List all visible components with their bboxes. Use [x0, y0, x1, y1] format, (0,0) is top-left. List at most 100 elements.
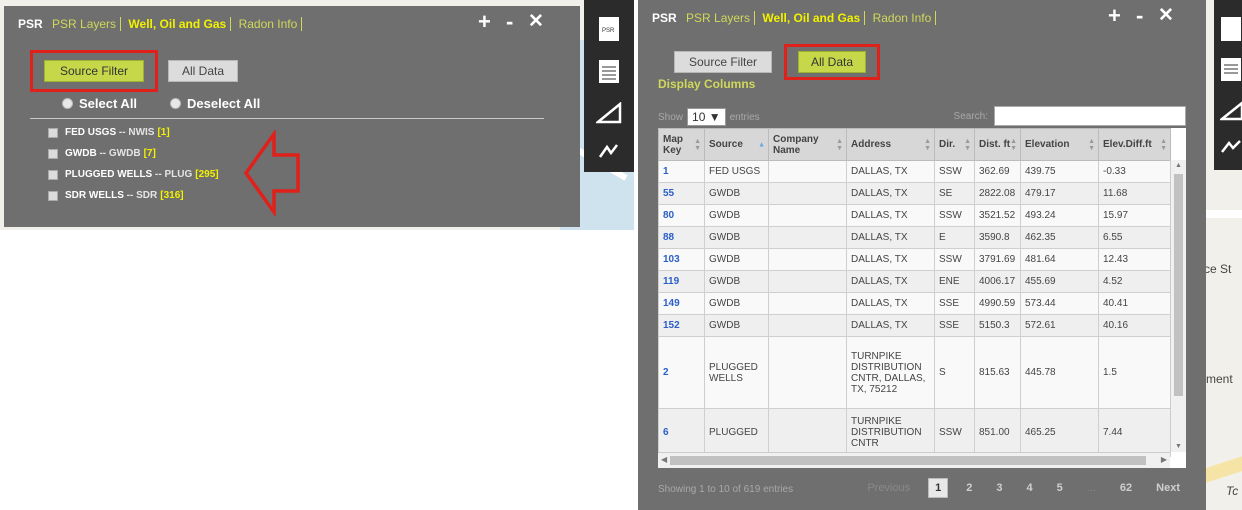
vertical-scrollbar[interactable]: ▲ ▼: [1170, 160, 1186, 452]
table-cell[interactable]: 6: [658, 408, 705, 457]
source-code: -- PLUG: [155, 169, 193, 180]
draw-tool-icon[interactable]: [584, 130, 634, 172]
page-button[interactable]: 62: [1114, 479, 1138, 497]
table-cell[interactable]: 103: [658, 248, 705, 271]
table-cell: GWDB: [704, 292, 769, 315]
select-all-option[interactable]: Select All: [62, 96, 137, 111]
column-header[interactable]: Elev.Diff.ft ▲ ▼: [1098, 128, 1171, 161]
page-button[interactable]: 3: [990, 479, 1008, 497]
table-cell[interactable]: 149: [658, 292, 705, 315]
psr-report-icon[interactable]: PSR: [584, 8, 634, 50]
table-cell: TURNPIKE DISTRIBUTION CNTR, DALLAS, TX, …: [846, 336, 935, 409]
table-cell: -0.33: [1098, 160, 1171, 183]
table-row[interactable]: 80 GWDB DALLAS, TX SSW 3521.52 493.24 15.97: [658, 204, 1171, 227]
page-button[interactable]: 2: [960, 479, 978, 497]
table-row[interactable]: 55 GWDB DALLAS, TX SE 2822.08 479.17 11.68: [658, 182, 1171, 205]
psr-panel-right: PSR PSR Layers Well, Oil and Gas Radon I…: [638, 0, 1206, 510]
table-cell: SSW: [934, 160, 975, 183]
table-info: Showing 1 to 10 of 619 entries: [658, 484, 794, 495]
table-cell[interactable]: 152: [658, 314, 705, 337]
table-cell[interactable]: 80: [658, 204, 705, 227]
table-row[interactable]: 88 GWDB DALLAS, TX E 3590.8 462.35 6.55: [658, 226, 1171, 249]
all-data-button[interactable]: All Data: [798, 51, 866, 73]
column-header[interactable]: Address ▲ ▼: [846, 128, 935, 161]
table-cell: 4990.59: [974, 292, 1021, 315]
next-button[interactable]: Next: [1150, 479, 1186, 497]
source-filter-button[interactable]: Source Filter: [674, 51, 772, 73]
table-cell[interactable]: 1: [658, 160, 705, 183]
checkbox-icon[interactable]: [48, 127, 58, 138]
deselect-all-label: Deselect All: [187, 96, 261, 111]
table-cell[interactable]: 119: [658, 270, 705, 293]
column-header[interactable]: Source ▲: [704, 128, 769, 161]
entries-select[interactable]: 10 ▼: [687, 108, 726, 126]
tab-psr-layers[interactable]: PSR Layers: [686, 11, 756, 25]
source-item[interactable]: FED USGS -- NWIS [1]: [48, 127, 170, 138]
previous-button[interactable]: Previous: [861, 479, 916, 497]
checkbox-icon[interactable]: [48, 148, 58, 159]
column-header[interactable]: Elevation ▲ ▼: [1020, 128, 1099, 161]
tab-radon-info[interactable]: Radon Info: [872, 11, 937, 25]
search-input[interactable]: [994, 106, 1186, 126]
search-label: Search:: [953, 110, 988, 122]
sort-icon: ▲ ▼: [836, 137, 843, 152]
source-item[interactable]: PLUGGED WELLS -- PLUG [295]: [48, 169, 219, 180]
table-row[interactable]: 119 GWDB DALLAS, TX ENE 4006.17 455.69 4.52: [658, 270, 1171, 293]
source-filter-button[interactable]: Source Filter: [44, 60, 144, 82]
page-button[interactable]: 4: [1020, 479, 1038, 497]
add-icon[interactable]: +: [478, 10, 491, 34]
tab-well-oil-gas[interactable]: Well, Oil and Gas: [762, 11, 866, 25]
deselect-all-option[interactable]: Deselect All: [170, 96, 260, 111]
table-cell: 15.97: [1098, 204, 1171, 227]
minimize-icon[interactable]: -: [506, 10, 513, 34]
measure-area-icon[interactable]: [584, 92, 634, 134]
column-header[interactable]: Map Key ▲ ▼: [658, 128, 705, 161]
checkbox-icon[interactable]: [48, 169, 58, 180]
scroll-left-icon: ◀: [661, 455, 668, 464]
draw-tool-icon[interactable]: [1214, 126, 1242, 168]
table-cell: TURNPIKE DISTRIBUTION CNTR: [846, 408, 935, 457]
column-header[interactable]: Dir. ▲ ▼: [934, 128, 975, 161]
table-row[interactable]: 152 GWDB DALLAS, TX SSE 5150.3 572.61 40.16: [658, 314, 1171, 337]
tab-well-oil-gas[interactable]: Well, Oil and Gas: [128, 17, 232, 31]
psr-report-icon[interactable]: [1214, 8, 1242, 50]
source-item[interactable]: SDR WELLS -- SDR [316]: [48, 190, 184, 201]
table-cell[interactable]: 55: [658, 182, 705, 205]
table-cell: S: [934, 336, 975, 409]
horizontal-scrollbar[interactable]: ◀ ▶: [658, 452, 1170, 468]
page-button[interactable]: 5: [1051, 479, 1069, 497]
table-cell: FED USGS: [704, 160, 769, 183]
minimize-icon[interactable]: -: [1136, 4, 1143, 28]
table-cell: DALLAS, TX: [846, 204, 935, 227]
table-cell[interactable]: 88: [658, 226, 705, 249]
table-cell: 40.16: [1098, 314, 1171, 337]
notepad-icon[interactable]: [584, 50, 634, 92]
tab-psr-layers[interactable]: PSR Layers: [52, 17, 122, 31]
table-row[interactable]: 1 FED USGS DALLAS, TX SSW 362.69 439.75 -0.33: [658, 160, 1171, 183]
table-row[interactable]: 103 GWDB DALLAS, TX SSW 3791.69 481.64 12.43: [658, 248, 1171, 271]
psr-title: PSR: [652, 11, 677, 25]
column-header[interactable]: Company Name ▲ ▼: [768, 128, 847, 161]
table-row[interactable]: 6 PLUGGED TURNPIKE DISTRIBUTION CNTR SSW 851…: [658, 408, 1171, 457]
table-cell: [768, 292, 847, 315]
add-icon[interactable]: +: [1108, 4, 1121, 28]
source-item[interactable]: GWDB -- GWDB [7]: [48, 148, 156, 159]
table-cell: E: [934, 226, 975, 249]
results-table: Map Key ▲ ▼ Source ▲ Company Name ▲ ▼ Address…: [658, 128, 1171, 457]
all-data-button[interactable]: All Data: [168, 60, 238, 82]
tab-radon-info[interactable]: Radon Info: [238, 17, 303, 31]
table-cell: DALLAS, TX: [846, 270, 935, 293]
checkbox-icon[interactable]: [48, 190, 58, 201]
panel-header: PSR PSR Layers Well, Oil and Gas Radon I…: [4, 6, 580, 42]
column-header[interactable]: Dist. ft ▲ ▼: [974, 128, 1021, 161]
close-icon[interactable]: ✕: [528, 10, 544, 34]
table-row[interactable]: 2 PLUGGED WELLS TURNPIKE DISTRIBUTION CNTR…: [658, 336, 1171, 409]
table-cell[interactable]: 2: [658, 336, 705, 409]
notepad-icon[interactable]: [1214, 48, 1242, 90]
close-icon[interactable]: ✕: [1158, 4, 1174, 28]
display-columns-link[interactable]: Display Columns: [658, 77, 755, 91]
page-button[interactable]: 1: [928, 478, 949, 498]
table-cell: DALLAS, TX: [846, 248, 935, 271]
table-cell: 4006.17: [974, 270, 1021, 293]
table-row[interactable]: 149 GWDB DALLAS, TX SSE 4990.59 573.44 40.41: [658, 292, 1171, 315]
